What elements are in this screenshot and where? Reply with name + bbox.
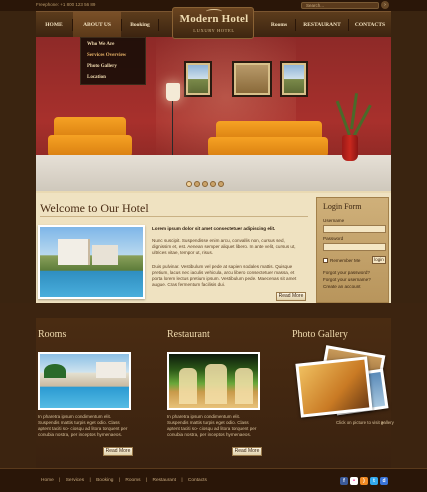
footer-link-home[interactable]: Home [41, 478, 54, 483]
nav-rooms[interactable]: Rooms [263, 12, 295, 38]
rooms-read-more-button[interactable]: Read More [103, 447, 133, 456]
divider [40, 216, 308, 217]
logo-subtitle: LUXURY HOTEL [193, 28, 235, 33]
dropdown-services-overview[interactable]: Services Overview [87, 53, 126, 58]
nav-divider [158, 19, 159, 31]
nav-booking[interactable]: Booking [122, 12, 158, 38]
dropdown-photo-gallery[interactable]: Photo Gallery [87, 64, 117, 69]
wall-picture [232, 61, 272, 97]
logo[interactable]: Modern Hotel LUXURY HOTEL [172, 7, 254, 39]
footer-link-restaurant[interactable]: Restaurant [153, 478, 176, 483]
create-account-link[interactable]: Create an account [323, 284, 361, 289]
slider-dot[interactable] [218, 181, 224, 187]
hotel-photo [38, 225, 145, 299]
restaurant-text: In pharetra ipsum condimentum elit. Susp… [167, 414, 257, 437]
nav-restaurant[interactable]: RESTAURANT [296, 12, 348, 38]
welcome-read-more-button[interactable]: Read More [276, 292, 306, 301]
password-field[interactable] [323, 243, 386, 251]
welcome-title: Welcome to Our Hotel [40, 201, 149, 215]
login-title: Login Form [323, 202, 362, 211]
gallery-title: Photo Gallery [292, 329, 348, 340]
restaurant-title: Restaurant [167, 329, 210, 340]
username-label: Username [323, 218, 345, 223]
footer-nav: Home | Services | Booking | Rooms | Rest… [39, 478, 209, 483]
dropdown-who-we-are[interactable]: Who We Are [87, 42, 114, 47]
welcome-paragraph: Nunc suscipit. Suspendisse enim arcu, co… [152, 238, 296, 255]
login-form: Login Form Username Password Remember Me… [316, 197, 389, 303]
delicious-icon[interactable]: d [380, 477, 388, 485]
gallery-photo[interactable] [295, 356, 373, 418]
facebook-icon[interactable]: f [340, 477, 348, 485]
gallery-arrow-icon[interactable]: » [381, 420, 384, 426]
remember-checkbox[interactable] [323, 258, 328, 263]
slider-dot[interactable] [194, 181, 200, 187]
slider-dot[interactable] [202, 181, 208, 187]
wall-picture [184, 61, 212, 97]
password-label: Password [323, 236, 344, 241]
footer-separator: | [181, 478, 183, 483]
restaurant-read-more-button[interactable]: Read More [232, 447, 262, 456]
rss-icon[interactable]: ) [360, 477, 368, 485]
rooms-text: In pharetra ipsum condimentum elit. Susp… [38, 414, 128, 437]
photo-gallery-stack[interactable] [290, 345, 389, 422]
nav-contacts[interactable]: CONTACTS [349, 12, 391, 38]
search-placeholder: Search... [306, 3, 325, 8]
forgot-password-link[interactable]: Forgot your password? [323, 270, 370, 275]
footer-separator: | [145, 478, 148, 483]
nav-about-us[interactable]: ABOUT US [73, 12, 121, 38]
welcome-paragraph: Duis pulvinar. Vestibulum vel pede at sa… [152, 264, 297, 287]
search-input[interactable]: Search... [301, 2, 379, 9]
nav-home[interactable]: HOME [36, 12, 72, 38]
dropdown-location[interactable]: Location [87, 75, 106, 80]
flickr-icon[interactable]: • [350, 477, 358, 485]
twitter-icon[interactable]: t [370, 477, 378, 485]
footer-link-booking[interactable]: Booking [96, 478, 113, 483]
forgot-username-link[interactable]: Forgot your username? [323, 277, 371, 282]
search-button[interactable]: › [381, 1, 389, 9]
restaurant-photo [167, 352, 260, 410]
footer-link-contacts[interactable]: Contacts [188, 478, 207, 483]
username-field[interactable] [323, 225, 386, 233]
slider-dot[interactable] [186, 181, 192, 187]
slider-dot[interactable] [210, 181, 216, 187]
rooms-title: Rooms [38, 329, 67, 340]
logo-title: Modern Hotel [179, 13, 249, 25]
freephone-text: Freephone: +1 800 123 56 89 [36, 2, 96, 7]
footer-separator: | [118, 478, 121, 483]
footer-link-services[interactable]: Services [66, 478, 84, 483]
remember-label: Remember Me [330, 258, 361, 263]
plant-pot [342, 135, 358, 161]
wall-picture [280, 61, 308, 97]
footer-separator: | [89, 478, 91, 483]
gallery-caption[interactable]: Click on picture to visit gallery [336, 420, 394, 425]
rooms-photo [38, 352, 131, 410]
footer-link-rooms[interactable]: Rooms [125, 478, 140, 483]
welcome-lead: Lorem ipsum dolor sit amet consectetuer … [152, 226, 276, 231]
about-dropdown: Who We Are Services Overview Photo Galle… [80, 37, 146, 85]
footer-separator: | [59, 478, 61, 483]
login-button[interactable]: login [372, 256, 386, 264]
lamp-icon [166, 83, 180, 101]
